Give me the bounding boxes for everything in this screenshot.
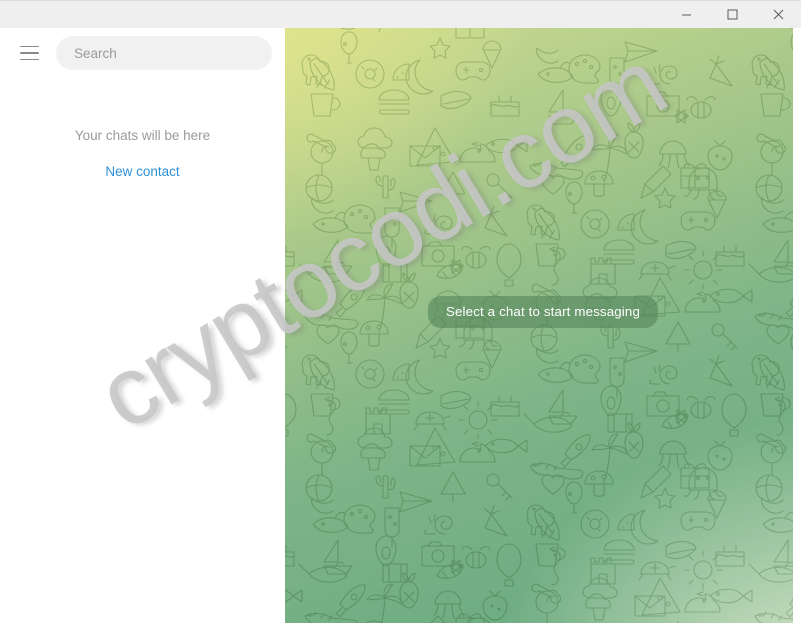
close-icon [773,9,783,20]
sidebar-header [0,28,285,78]
window-right-margin [793,28,801,623]
minimize-icon [681,14,691,16]
select-chat-message: Select a chat to start messaging [427,296,658,329]
chat-empty-state: Select a chat to start messaging [285,296,801,329]
chat-list-sidebar: Your chats will be here New contact [0,28,285,623]
maximize-button[interactable] [709,1,755,28]
chat-list-empty-state: Your chats will be here New contact [0,126,285,181]
empty-chats-label: Your chats will be here [74,128,211,143]
window-titlebar [0,0,801,28]
maximize-icon [727,9,737,20]
close-button[interactable] [755,1,801,28]
hamburger-menu-icon[interactable] [14,38,44,68]
chat-pane: Select a chat to start messaging [285,28,801,623]
new-contact-link[interactable]: New contact [105,164,179,179]
messenger-window: Select a chat to start messaging Your ch… [0,0,801,623]
minimize-button[interactable] [663,1,709,28]
search-input[interactable] [56,36,272,70]
